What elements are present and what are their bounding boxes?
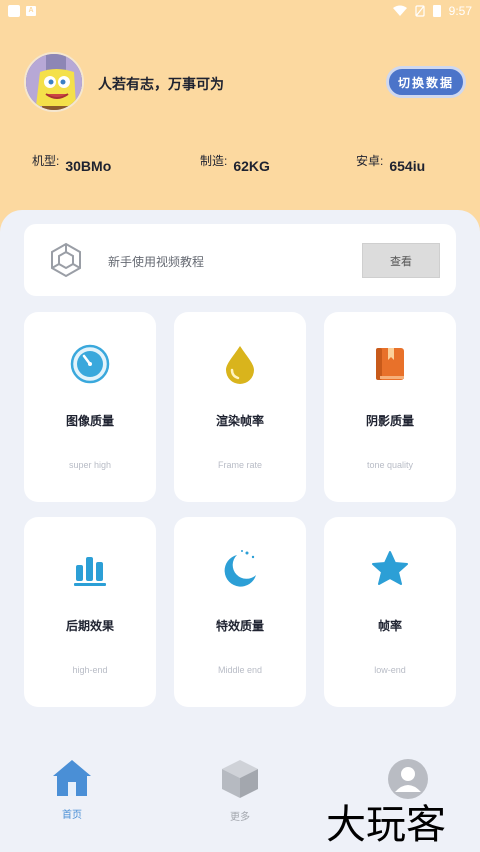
card-render-framerate[interactable]: 渲染帧率 Frame rate xyxy=(174,312,306,502)
status-bar: A 9:57 xyxy=(0,0,480,22)
card-title: 后期效果 xyxy=(65,619,114,633)
spec-label: 安卓: xyxy=(356,154,384,168)
card-effects-quality[interactable]: 特效质量 Middle end xyxy=(174,517,306,707)
card-subtitle: tone quality xyxy=(366,460,414,470)
card-title: 渲染帧率 xyxy=(215,414,264,428)
spec-manufacture: 制造: 62KG xyxy=(200,152,270,174)
nav-label: 首页 xyxy=(62,810,82,821)
card-image-quality[interactable]: 图像质量 super high xyxy=(24,312,156,502)
droplet-icon xyxy=(226,346,254,384)
app-notification-icon: A xyxy=(26,6,36,16)
card-post-effects[interactable]: 后期效果 high-end xyxy=(24,517,156,707)
nav-home[interactable]: 首页 xyxy=(32,758,112,821)
spec-value: 62KG xyxy=(233,158,270,174)
spec-value: 30BMo xyxy=(65,158,112,174)
card-subtitle: low-end xyxy=(374,665,406,675)
bar-chart-icon xyxy=(74,557,106,586)
card-subtitle: Middle end xyxy=(217,665,263,675)
card-subtitle: Frame rate xyxy=(217,460,262,470)
view-button[interactable]: 查看 xyxy=(362,243,440,278)
switch-data-button[interactable]: 切换数据 xyxy=(386,66,466,98)
book-icon xyxy=(376,348,404,380)
wifi-icon xyxy=(392,5,407,16)
stopwatch-icon xyxy=(70,344,110,384)
tutorial-card[interactable]: 新手使用视频教程 查看 xyxy=(24,224,456,296)
card-title: 图像质量 xyxy=(65,414,114,428)
moon-icon xyxy=(224,550,256,587)
notification-icon xyxy=(8,5,20,17)
spec-label: 机型: xyxy=(32,154,60,168)
watermark-text: 大玩客 xyxy=(326,802,446,848)
card-title: 阴影质量 xyxy=(365,414,414,428)
hexagon-cube-icon xyxy=(51,242,81,278)
signal-off-icon xyxy=(415,5,425,17)
card-subtitle: high-end xyxy=(72,665,108,675)
card-shadow-quality[interactable]: 阴影质量 tone quality xyxy=(324,312,456,502)
card-frame-rate[interactable]: 帧率 low-end xyxy=(324,517,456,707)
card-title: 特效质量 xyxy=(215,619,264,633)
nav-more[interactable]: 更多 xyxy=(200,758,280,823)
status-time: 9:57 xyxy=(448,4,472,18)
card-title: 帧率 xyxy=(377,619,402,633)
spec-value: 654iu xyxy=(389,158,426,174)
nav-label: 更多 xyxy=(230,812,250,823)
tutorial-text: 新手使用视频教程 xyxy=(108,255,205,269)
avatar[interactable] xyxy=(24,52,84,112)
profile-motto: 人若有志，万事可为 xyxy=(98,76,224,92)
cube-icon xyxy=(222,760,258,798)
spec-model: 机型: 30BMo xyxy=(32,152,111,174)
spec-android: 安卓: 654iu xyxy=(356,152,425,174)
spec-label: 制造: xyxy=(200,154,228,168)
battery-icon xyxy=(432,5,441,17)
card-subtitle: super high xyxy=(68,460,112,470)
home-icon xyxy=(53,760,91,796)
star-icon xyxy=(372,551,408,585)
